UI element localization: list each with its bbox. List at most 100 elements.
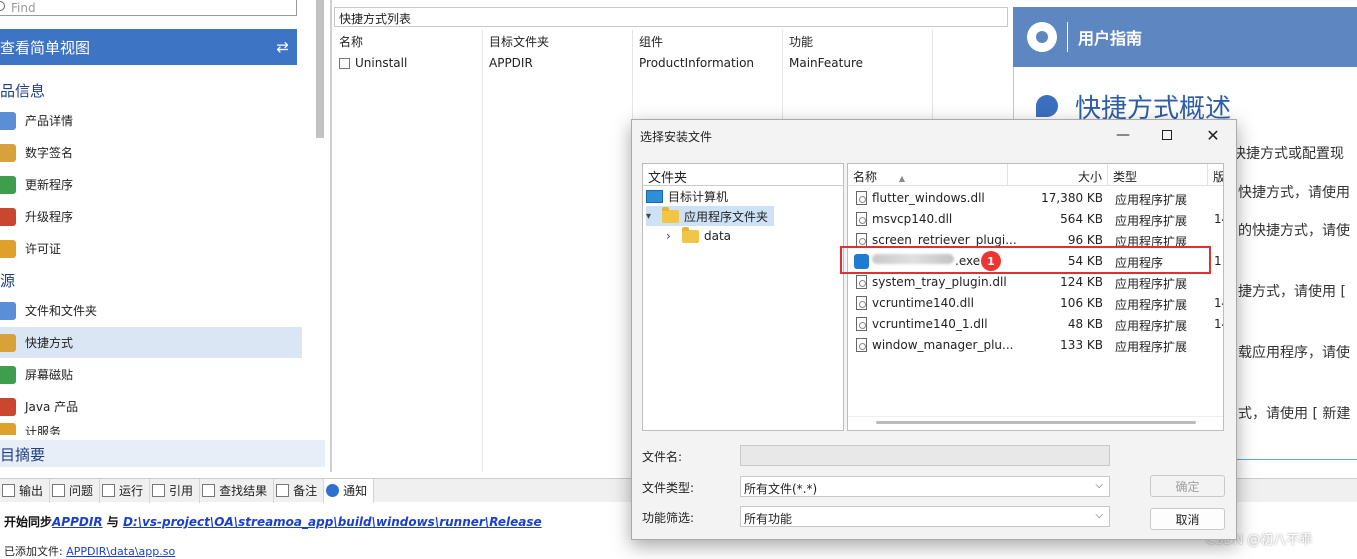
file-type: 应用程序扩展 [1115,340,1188,354]
file-row[interactable]: system_tray_plugin.dll 124 KB 应用程序扩展 [848,272,1223,293]
simple-view-button[interactable]: 查看简单视图 ⇄ [0,29,297,65]
product-item[interactable]: 更新程序 [0,169,302,200]
file-type: 应用程序扩展 [1115,193,1188,207]
added-prefix: 已添加文件: [4,545,63,558]
tab-label: 查找结果 [219,484,268,498]
section-resources: 源 [0,272,16,290]
file-row[interactable]: msvcp140.dll 564 KB 应用程序扩展 14 [848,209,1223,230]
guide-text-line: 快捷方式或配置现 [1232,146,1344,162]
file-column-type[interactable]: 类型 [1108,164,1208,186]
column-header-name[interactable]: 名称 [339,33,363,50]
shortcut-row-feature[interactable]: MainFeature [789,56,863,70]
shortcut-row-target[interactable]: APPDIR [489,56,533,70]
bottom-tab[interactable]: 通知 [324,478,375,503]
shortcut-row-component[interactable]: ProductInformation [639,56,754,70]
bottom-tab[interactable]: 运行 [100,478,151,503]
tree-node-app-folder[interactable]: ▾ 应用程序文件夹 [646,206,774,226]
shortcut-row-name[interactable]: Uninstall [339,56,479,70]
column-divider [482,30,483,472]
resource-item-icon [0,365,16,384]
column-header-target[interactable]: 目标文件夹 [489,33,549,50]
tab-icon [202,484,216,497]
resource-item[interactable]: 快捷方式 [0,327,302,358]
file-icon [856,317,867,331]
file-ver: 14 [1214,317,1223,331]
sync-prefix: 开始同步 [4,515,53,529]
file-column-size[interactable]: 大小 [1008,164,1108,186]
feature-filter-label: 功能筛选: [642,511,695,525]
added-file-link[interactable]: APPDIR\data\app.so [66,545,175,558]
resource-item[interactable]: 屏幕磁贴 [0,359,302,390]
close-icon: ✕ [1206,125,1220,145]
panel-divider[interactable] [330,0,332,472]
resource-item-label: 快捷方式 [25,336,74,350]
file-name: vcruntime140.dll [872,296,974,310]
filetype-select[interactable]: 所有文件(*.*) ⌵ [740,476,1110,497]
column-header-component[interactable]: 组件 [639,33,663,50]
file-size: 106 KB [1060,296,1103,310]
chevron-down-icon: ⌵ [1095,480,1103,491]
file-icon [856,275,867,289]
file-row[interactable]: flutter_windows.dll 17,380 KB 应用程序扩展 [848,188,1223,209]
folder-icon [682,226,699,243]
left-panel-scrollbar[interactable] [316,0,324,138]
filetype-label: 文件类型: [642,481,695,495]
close-button[interactable]: ✕ [1190,120,1236,150]
file-list: 名称 ▲ 大小 类型 版 flutter_windows.dll 17,380 K… [847,163,1224,431]
tab-label: 问题 [69,484,94,498]
bottom-tab[interactable]: 查找结果 [200,478,275,503]
cancel-button[interactable]: 取消 [1150,508,1225,530]
find-input[interactable]: Find [0,0,297,16]
tree-node-target-computer[interactable]: 目标计算机 [646,186,728,206]
filename-label: 文件名: [642,450,683,464]
bottom-tab[interactable]: 引用 [150,478,201,503]
user-guide-header: 用户指南 [1013,7,1357,67]
bottom-tab[interactable]: 问题 [50,478,101,503]
resource-item[interactable]: 文件和文件夹 [0,295,302,326]
maximize-button[interactable] [1144,120,1190,150]
file-column-version[interactable]: 版 [1208,164,1223,186]
product-item[interactable]: 升级程序 [0,201,302,232]
file-ver: 1. [1214,254,1223,268]
file-name: system_tray_plugin.dll [872,275,1007,289]
folder-icon [662,206,679,223]
minimize-icon: — [1116,127,1130,143]
filename-input[interactable] [740,445,1110,466]
product-item[interactable]: 数字签名 [0,137,302,168]
file-row[interactable]: window_manager_plu... 133 KB 应用程序扩展 [848,335,1223,356]
shortcut-name: Uninstall [355,56,408,70]
project-summary-button[interactable]: 目摘要 [0,440,325,467]
chevron-down-icon: ▾ [646,210,652,222]
product-item-icon [0,207,16,226]
bottom-tab[interactable]: 输出 [0,478,51,503]
feature-filter-value: 所有功能 [744,512,793,526]
file-ver: 14 [1214,296,1223,310]
file-column-name[interactable]: 名称 ▲ [848,164,1008,186]
file-icon [856,296,867,310]
file-name: window_manager_plu... [872,338,1014,352]
ok-button[interactable]: 确定 [1150,475,1225,497]
file-size: 17,380 KB [1041,191,1103,205]
resource-item[interactable]: 计服务 [0,423,302,435]
product-item-icon [0,175,16,194]
resource-item[interactable]: Java 产品 [0,391,302,422]
highlight-box [840,246,1211,274]
file-name: msvcp140.dll [872,212,953,226]
minimize-button[interactable]: — [1100,120,1146,150]
product-item-icon [0,143,16,162]
sync-message: 开始同步APPDIR 与 D:\vs-project\OA\streamoa_a… [4,513,542,530]
bottom-tab[interactable]: 备注 [274,478,325,503]
column-header-feature[interactable]: 功能 [789,33,813,50]
sync-destination-link[interactable]: D:\vs-project\OA\streamoa_app\build\wind… [123,515,542,529]
filetype-value: 所有文件(*.*) [744,482,818,496]
file-row[interactable]: vcruntime140_1.dll 48 KB 应用程序扩展 14 [848,314,1223,335]
product-item[interactable]: 许可证 [0,233,302,264]
folder-tree: 文件夹 目标计算机 ▾ 应用程序文件夹 › data [642,163,844,431]
tree-node-data[interactable]: › data [666,226,731,246]
feature-filter-select[interactable]: 所有功能 ⌵ [740,506,1110,527]
file-row[interactable]: vcruntime140.dll 106 KB 应用程序扩展 14 [848,293,1223,314]
tab-icon [52,484,66,497]
product-item[interactable]: 产品详情 [0,105,302,136]
scrollbar-thumb[interactable] [876,421,1196,424]
sync-source-link[interactable]: APPDIR [52,515,103,529]
